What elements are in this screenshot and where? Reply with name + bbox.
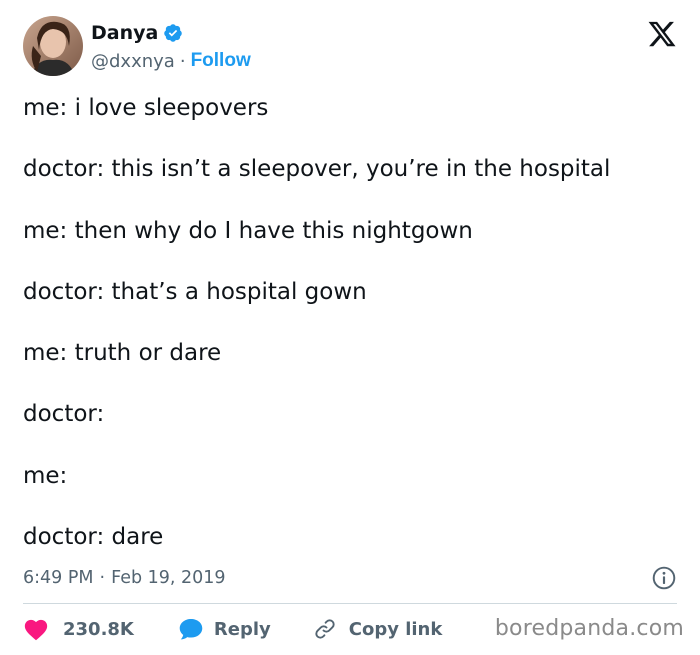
tweet-line: me: bbox=[23, 462, 68, 489]
handle-row: @dxxnya · Follow bbox=[91, 50, 251, 72]
divider bbox=[23, 603, 677, 604]
tweet-timestamp[interactable]: 6:49 PM · Feb 19, 2019 bbox=[23, 565, 677, 591]
tweet-line: me: then why do I have this nightgown bbox=[23, 217, 473, 244]
info-icon[interactable] bbox=[651, 565, 677, 591]
handle[interactable]: @dxxnya bbox=[91, 51, 175, 72]
tweet-text: me: i love sleepovers doctor: this isn’t… bbox=[23, 78, 693, 568]
tweet-line: me: i love sleepovers bbox=[23, 95, 269, 121]
follow-button[interactable]: Follow bbox=[191, 50, 251, 72]
verified-badge-icon bbox=[163, 23, 183, 43]
tweet-header: Danya @dxxnya · Follow bbox=[23, 16, 677, 78]
tweet-line: doctor: this isn’t a sleepover, you’re i… bbox=[23, 156, 611, 183]
tweet-line: doctor: that’s a hospital gown bbox=[23, 278, 367, 305]
link-icon bbox=[313, 617, 337, 641]
like-button[interactable]: 230.8K bbox=[23, 617, 134, 641]
avatar[interactable] bbox=[23, 16, 83, 76]
copy-link-label: Copy link bbox=[348, 618, 443, 640]
like-count: 230.8K bbox=[63, 618, 134, 640]
watermark: boredpanda.com bbox=[494, 616, 684, 641]
reply-label: Reply bbox=[213, 618, 271, 640]
avatar-image bbox=[23, 16, 83, 76]
tweet-time: 6:49 PM bbox=[23, 568, 94, 588]
speech-bubble-icon bbox=[178, 617, 204, 641]
heart-icon bbox=[23, 617, 49, 641]
display-name[interactable]: Danya bbox=[91, 22, 158, 44]
x-logo-icon[interactable] bbox=[647, 19, 677, 49]
tweet-date: Feb 19, 2019 bbox=[111, 568, 226, 588]
separator-dot: · bbox=[179, 50, 186, 72]
separator-dot: · bbox=[99, 568, 106, 588]
name-row: Danya bbox=[91, 22, 183, 44]
tweet-line: doctor: bbox=[23, 401, 105, 428]
tweet-line: me: truth or dare bbox=[23, 340, 222, 367]
tweet-line: doctor: dare bbox=[23, 524, 164, 551]
copy-link-button[interactable]: Copy link bbox=[301, 617, 443, 641]
reply-button[interactable]: Reply bbox=[168, 617, 271, 641]
